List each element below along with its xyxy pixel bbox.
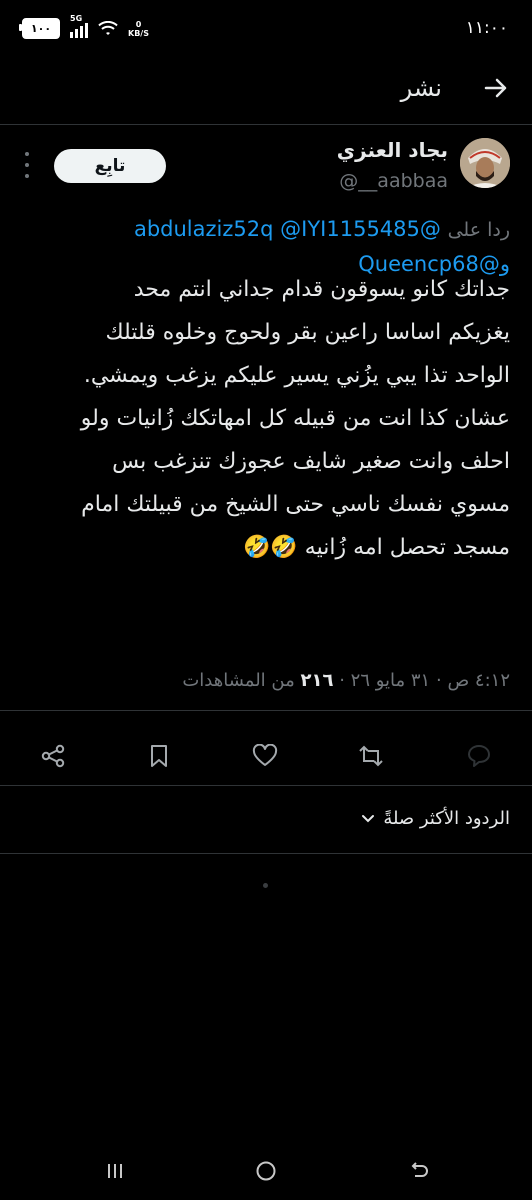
network-speed: 0 KB/S xyxy=(128,19,149,38)
tweet-date: ٣١ مايو ٢٦ xyxy=(350,670,431,691)
recent-apps-button[interactable] xyxy=(100,1156,130,1186)
retweet-button[interactable] xyxy=(356,741,386,771)
tweet-meta: ٤:١٢ ص · ٣١ مايو ٢٦ · ٢١٦ من المشاهدات xyxy=(182,670,510,691)
tweet-time: ٤:١٢ ص xyxy=(447,670,510,691)
reply-button[interactable] xyxy=(464,741,494,771)
home-button[interactable] xyxy=(251,1156,281,1186)
like-button[interactable] xyxy=(250,741,280,771)
tweet-line: عشان كذا انت من قبيله كل امهاتكك زُانيات… xyxy=(80,406,510,431)
tweet-line: الواحد تذا يبي يزُني يسير عليكم يزغب ويم… xyxy=(83,363,510,388)
tweet-line: يغزيكم اساسا راعين بقر ولحوج وخلوه قلتلك xyxy=(105,320,510,345)
replies-sort-dropdown[interactable]: الردود الأكثر صلةً xyxy=(361,808,510,829)
chevron-down-icon xyxy=(362,814,375,822)
replies-sort-label: الردود الأكثر صلةً xyxy=(383,808,510,829)
arrow-right-icon xyxy=(484,78,507,98)
tweet-text: جداتك كانو يسوقون قدام جداني انتم محد يغ… xyxy=(22,268,510,569)
bookmark-icon xyxy=(151,745,167,767)
retweet-icon xyxy=(359,745,383,767)
follow-button[interactable]: تابِع xyxy=(54,149,166,183)
meta-separator: · xyxy=(435,670,442,691)
network-type: 5G xyxy=(70,13,83,23)
header-divider xyxy=(0,124,532,125)
reply-icon xyxy=(468,745,490,767)
back-icon xyxy=(411,1162,428,1177)
share-button[interactable] xyxy=(38,741,68,771)
top-bar: نشر xyxy=(0,60,532,120)
views-count: ٢١٦ xyxy=(300,670,334,691)
tweet-line: جداتك كانو يسوقون قدام جداني انتم محد xyxy=(133,277,510,302)
tweet-actions xyxy=(0,735,532,779)
avatar-image xyxy=(460,138,510,188)
author-name[interactable]: بجاد العنزي xyxy=(337,138,448,162)
mention-link[interactable]: @IYI1155485 xyxy=(280,217,420,241)
tweet-line: مسجد تحصل امه زُانيه 🤣🤣 xyxy=(243,535,510,560)
recent-apps-icon xyxy=(108,1164,122,1178)
tweet-line: احلف وانت صغير شايف عجوزك تنزغب بس xyxy=(112,449,510,474)
back-nav-button[interactable] xyxy=(404,1156,434,1186)
author-handle[interactable]: @__aabbaa xyxy=(339,170,448,192)
bookmark-button[interactable] xyxy=(144,741,174,771)
meta-separator: · xyxy=(339,670,345,691)
wifi-icon xyxy=(98,20,118,35)
system-nav-bar xyxy=(0,1142,532,1200)
reply-to-label: ردا على xyxy=(447,219,510,241)
tweet-line: مسوي نفسك ناسي حتى الشيخ من قبيلتك امام xyxy=(81,492,510,517)
share-icon xyxy=(41,744,65,768)
page-title: نشر xyxy=(400,74,442,102)
home-icon xyxy=(256,1161,276,1181)
status-icons: ١٠٠ 5G 0 KB/S xyxy=(19,14,149,39)
actions-divider xyxy=(0,785,532,786)
meta-divider xyxy=(0,710,532,711)
battery-level: ١٠٠ xyxy=(30,22,52,35)
replies-divider xyxy=(0,853,532,854)
clock: ١١:٠٠ xyxy=(465,18,508,38)
back-button[interactable] xyxy=(482,74,510,106)
views-label[interactable]: من المشاهدات xyxy=(182,670,294,691)
more-options-icon[interactable] xyxy=(22,152,32,178)
signal-icon: 5G xyxy=(70,14,88,38)
heart-icon xyxy=(252,744,278,766)
status-bar: ١٠٠ 5G 0 KB/S ١١:٠٠ xyxy=(0,0,532,60)
battery-icon: ١٠٠ xyxy=(19,18,60,39)
avatar[interactable] xyxy=(460,138,510,188)
loading-indicator xyxy=(263,883,268,888)
